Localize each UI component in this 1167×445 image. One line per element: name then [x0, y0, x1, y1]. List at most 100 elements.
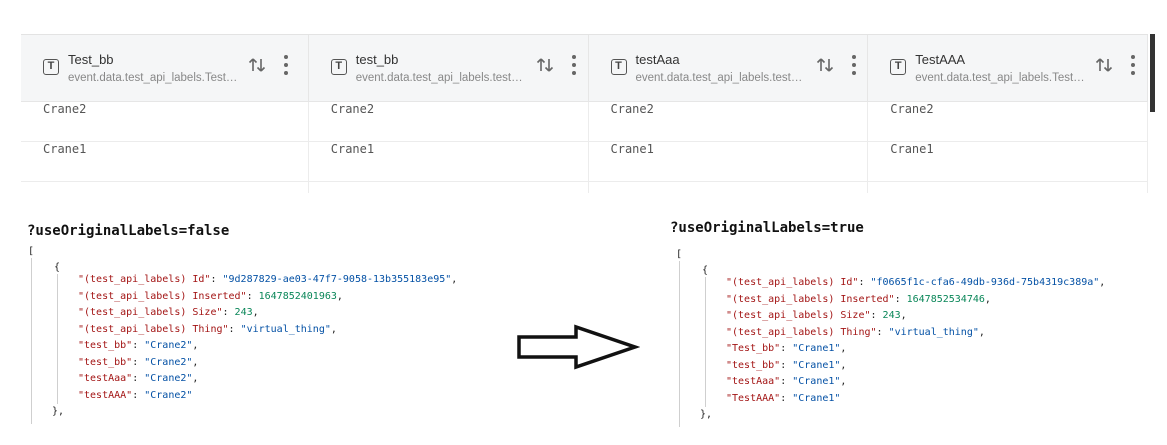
table-cell: Crane1: [868, 142, 1148, 181]
sort-arrows-icon[interactable]: [1094, 55, 1114, 75]
text-type-icon: T: [610, 59, 627, 75]
table-cell-empty: [868, 182, 1148, 193]
json-key: "testAAA": [78, 389, 133, 401]
json-value: "Crane1": [792, 359, 841, 371]
indent-guide: [57, 274, 58, 404]
json-key: "testAaa": [78, 373, 133, 384]
table-row[interactable]: Crane1 Crane1 Crane1 Crane1: [21, 142, 1148, 182]
sort-arrows-icon[interactable]: [247, 55, 267, 75]
json-entry: "test_bb": "Crane2",: [78, 356, 199, 368]
json-entry: "(test_api_labels) Inserted": 1647852401…: [78, 290, 343, 302]
table-cell: Crane2: [589, 102, 869, 141]
json-value: 243: [882, 310, 901, 321]
json-key: "TestAAA": [726, 392, 781, 404]
json-value: "Crane1": [792, 376, 841, 387]
json-entry: "(test_api_labels) Id": "f0665f1c-cfa6-4…: [726, 277, 1106, 288]
json-key: "(test_api_labels) Id": [78, 274, 211, 285]
table-cell: Crane2: [868, 102, 1148, 141]
json-key: "test_bb": [78, 340, 133, 351]
json-entry: "testAaa": "Crane2",: [78, 373, 199, 384]
json-entry: "TestAAA": "Crane1": [726, 392, 841, 404]
json-value: "Crane2": [144, 373, 193, 384]
json-value: "virtual_thing": [240, 323, 331, 335]
column-title: test_bb: [355, 52, 399, 67]
more-vertical-icon[interactable]: [567, 53, 581, 77]
json-entry: "(test_api_labels) Inserted": 1647852534…: [726, 293, 991, 305]
table-row[interactable]: Crane2 Crane2 Crane2 Crane2: [21, 102, 1148, 142]
more-vertical-icon[interactable]: [1126, 53, 1140, 77]
json-value: "f0665f1c-cfa6-49db-936d-75b4319c389a": [870, 277, 1100, 288]
vertical-scrollbar[interactable]: [1150, 34, 1155, 112]
more-vertical-icon[interactable]: [279, 53, 293, 77]
json-value: 1647852401963: [258, 290, 337, 302]
more-vertical-icon[interactable]: [847, 53, 861, 77]
json-value: 1647852534746: [906, 293, 985, 305]
indent-guide: [705, 277, 706, 407]
left-json-view: [ { "(test_api_labels) Id": "9d287829-ae…: [28, 244, 478, 424]
json-entry: "test_bb": "Crane1",: [726, 359, 847, 371]
json-value: "Crane2": [144, 356, 193, 368]
json-entry: "(test_api_labels) Thing": "virtual_thin…: [78, 323, 337, 335]
table-cell: Crane2: [21, 102, 309, 141]
json-close-brace: },: [700, 409, 713, 420]
json-entries: "(test_api_labels) Id": "f0665f1c-cfa6-4…: [726, 275, 1105, 407]
column-title: testAaa: [635, 52, 680, 67]
column-path: event.data.test_api_labels.testAaa: [635, 72, 808, 84]
column-path: event.data.test_api_labels.test_bb: [355, 72, 528, 84]
indent-guide: [679, 261, 680, 427]
column-path: event.data.test_api_labels.TestAAA: [915, 72, 1088, 84]
table-row-partial: [21, 182, 1148, 193]
json-entry: "(test_api_labels) Size": 243,: [78, 307, 259, 318]
column-header-test-bb[interactable]: T test_bb event.data.test_api_labels.tes…: [309, 35, 589, 101]
json-entries: "(test_api_labels) Id": "9d287829-ae03-4…: [78, 272, 457, 404]
column-header-testaaa[interactable]: T testAaa event.data.test_api_labels.tes…: [589, 35, 869, 101]
json-entry: "testAaa": "Crane1",: [726, 376, 847, 387]
json-key: "(test_api_labels) Thing": [726, 326, 877, 338]
right-arrow-icon: [517, 324, 640, 370]
left-panel-title: ?useOriginalLabels=false: [27, 223, 230, 239]
json-key: "test_bb": [726, 359, 781, 371]
json-close-brace: },: [52, 406, 65, 417]
json-value: "Crane2": [144, 340, 193, 351]
text-type-icon: T: [43, 59, 59, 75]
column-path: event.data.test_api_labels.Test_bb: [68, 72, 240, 84]
json-value: "Crane1": [792, 392, 841, 404]
json-key: "test_bb": [78, 356, 133, 368]
right-json-view: [ { "(test_api_labels) Id": "f0665f1c-cf…: [676, 247, 1126, 427]
column-header-testaaa-upper[interactable]: T TestAAA event.data.test_api_labels.Tes…: [868, 35, 1148, 101]
column-header-test-bb-upper[interactable]: T Test_bb event.data.test_api_labels.Tes…: [21, 35, 309, 101]
json-value: "Crane2": [144, 389, 193, 401]
json-key: "(test_api_labels) Inserted": [726, 293, 895, 305]
json-key: "(test_api_labels) Thing": [78, 323, 229, 335]
json-value: "9d287829-ae03-47f7-9058-13b355183e95": [222, 274, 452, 285]
table-cell: Crane2: [309, 102, 589, 141]
json-entry: "testAAA": "Crane2": [78, 389, 193, 401]
table-cell: Crane1: [309, 142, 589, 181]
json-key: "(test_api_labels) Id": [726, 277, 859, 288]
column-title: Test_bb: [68, 52, 114, 67]
json-key: "(test_api_labels) Size": [78, 307, 223, 318]
table-cell-empty: [589, 182, 869, 193]
json-entry: "(test_api_labels) Thing": "virtual_thin…: [726, 326, 985, 338]
json-value: "virtual_thing": [888, 326, 979, 338]
table-header: T Test_bb event.data.test_api_labels.Tes…: [21, 35, 1148, 102]
right-panel-title: ?useOriginalLabels=true: [670, 220, 864, 236]
json-value: "Crane1": [792, 343, 841, 354]
json-entry: "(test_api_labels) Size": 243,: [726, 310, 907, 321]
sort-arrows-icon[interactable]: [815, 55, 835, 75]
json-key: "Test_bb": [726, 343, 781, 354]
data-table: T Test_bb event.data.test_api_labels.Tes…: [21, 34, 1148, 193]
json-key: "(test_api_labels) Size": [726, 310, 871, 321]
json-entry: "test_bb": "Crane2",: [78, 340, 199, 351]
json-value: 243: [234, 307, 253, 318]
column-title: TestAAA: [915, 52, 966, 67]
text-type-icon: T: [890, 59, 907, 75]
table-cell-empty: [21, 182, 309, 193]
sort-arrows-icon[interactable]: [535, 55, 555, 75]
json-key: "(test_api_labels) Inserted": [78, 290, 247, 302]
json-entry: "Test_bb": "Crane1",: [726, 343, 847, 354]
indent-guide: [31, 258, 32, 424]
json-key: "testAaa": [726, 376, 781, 387]
table-cell: Crane1: [589, 142, 869, 181]
json-entry: "(test_api_labels) Id": "9d287829-ae03-4…: [78, 274, 458, 285]
